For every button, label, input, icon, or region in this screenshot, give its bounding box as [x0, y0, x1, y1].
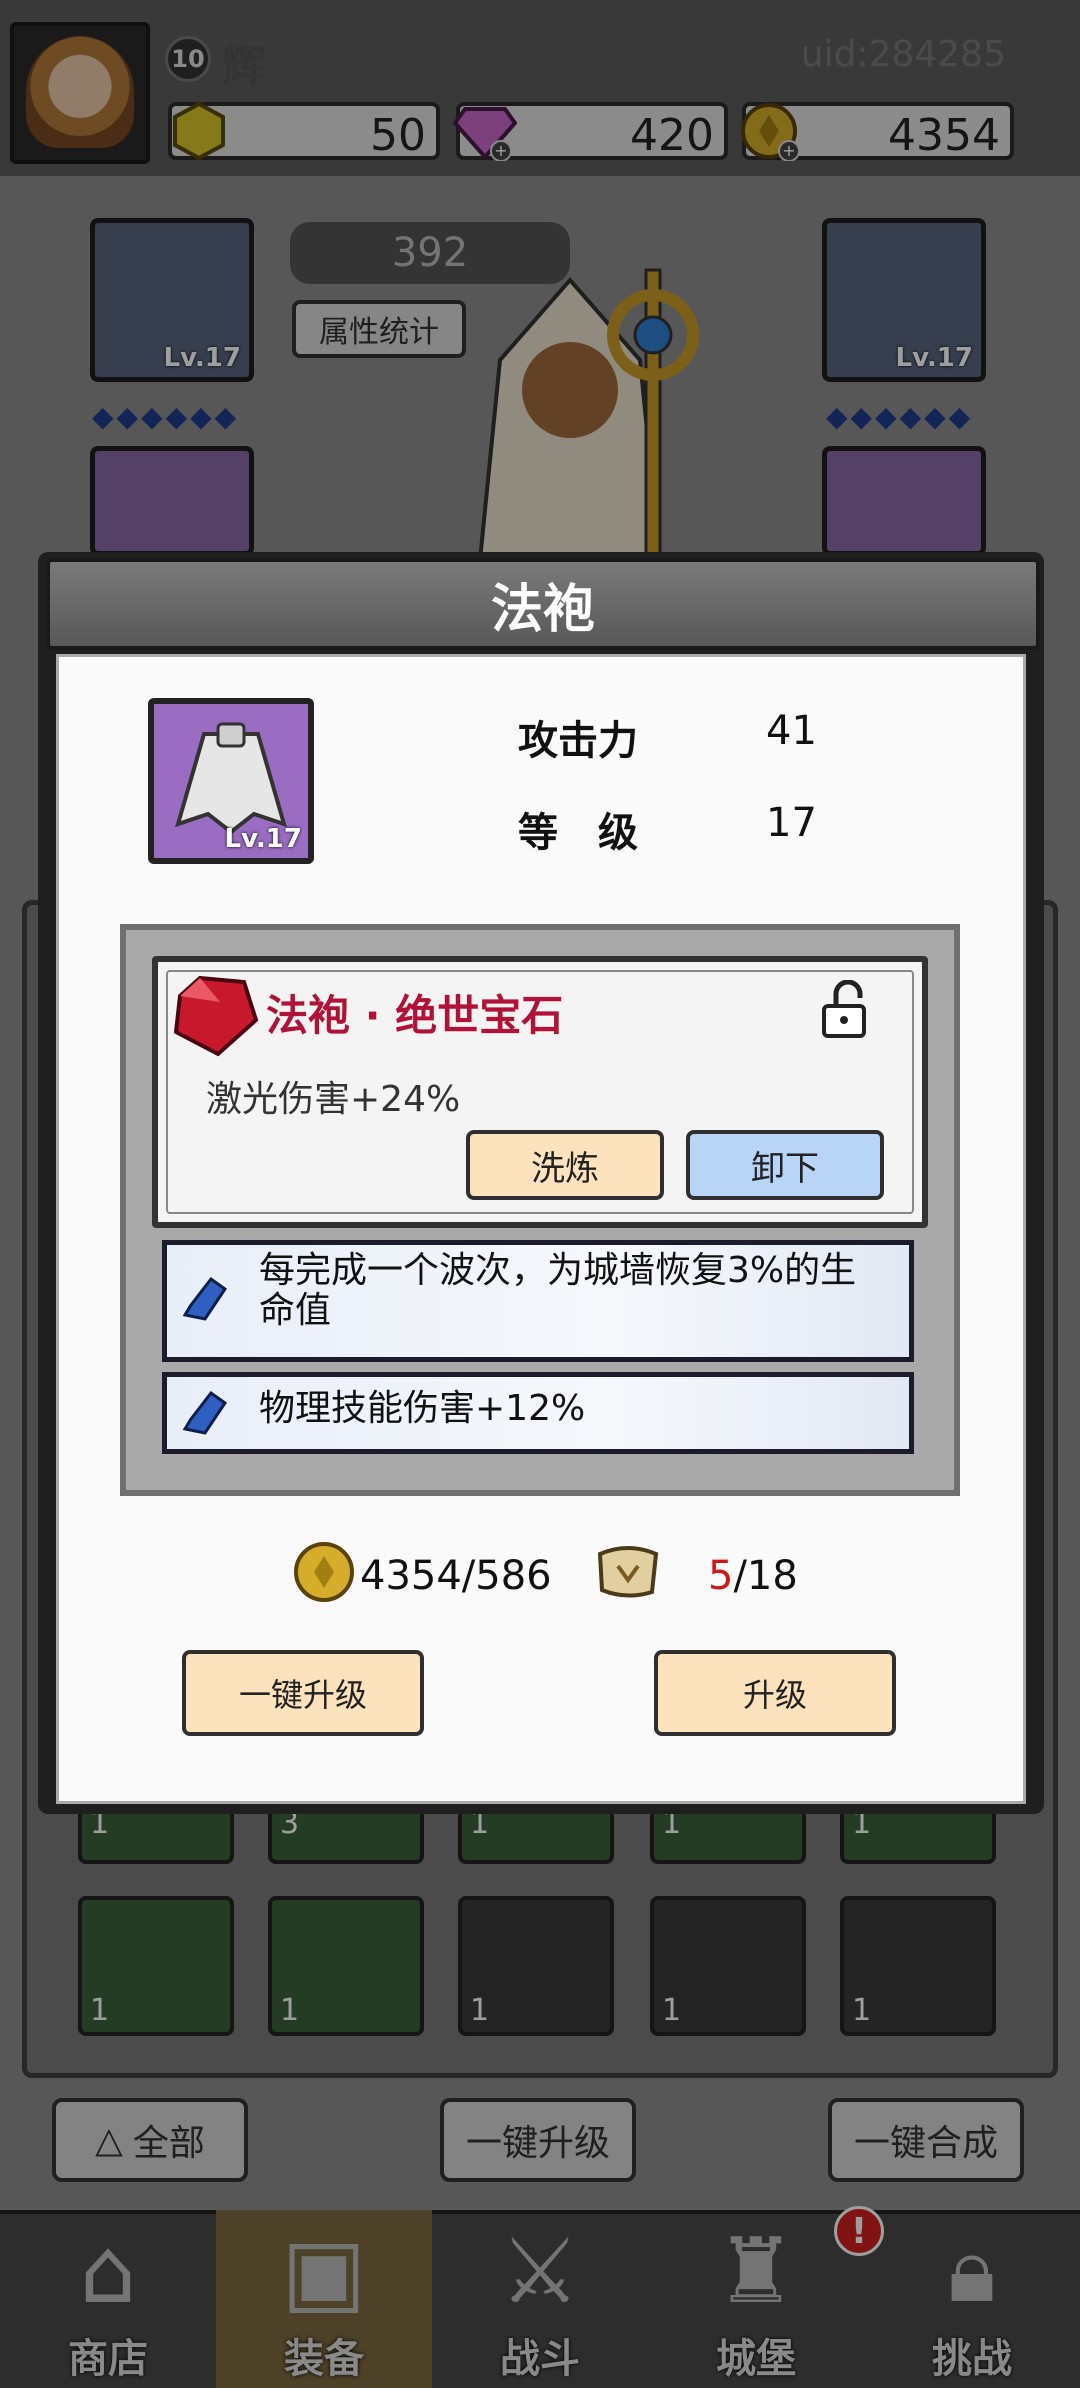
scroll-icon — [592, 1540, 664, 1602]
item-level-badge: Lv.17 — [224, 824, 302, 854]
scroll-need: /18 — [733, 1553, 798, 1599]
affix-text: 物理技能伤害+12% — [259, 1388, 586, 1429]
refine-button[interactable]: 洗炼 — [466, 1130, 664, 1200]
gold-cost: 4354/586 — [360, 1553, 552, 1599]
modal-title: 法袍 — [46, 558, 1040, 650]
affix-row: 物理技能伤害+12% — [162, 1372, 914, 1454]
robe-item-icon: Lv.17 — [148, 698, 314, 864]
gold-coin-icon — [292, 1540, 356, 1604]
affix-row: 每完成一个波次，为城墙恢复3%的生命值 — [162, 1240, 914, 1362]
red-gem-icon — [170, 972, 260, 1058]
attack-label: 攻击力 — [518, 718, 638, 764]
upgrade-button[interactable]: 升级 — [654, 1650, 896, 1736]
blue-gem-icon — [181, 1389, 229, 1437]
one-click-upgrade-button[interactable]: 一键升级 — [182, 1650, 424, 1736]
blue-gem-icon — [181, 1275, 229, 1323]
gem-title: 法袍 · 绝世宝石 — [266, 991, 564, 1040]
scroll-have: 5 — [708, 1553, 734, 1599]
level-label: 等 级 — [518, 810, 638, 856]
attack-value: 41 — [766, 708, 817, 754]
affix-text: 每完成一个波次，为城墙恢复3%的生命值 — [259, 1250, 857, 1331]
level-value: 17 — [766, 800, 817, 846]
gem-effect: 激光伤害+24% — [206, 1079, 461, 1120]
unlock-icon[interactable] — [818, 979, 874, 1040]
unequip-button[interactable]: 卸下 — [686, 1130, 884, 1200]
scroll-cost: 5/18 — [708, 1553, 798, 1599]
